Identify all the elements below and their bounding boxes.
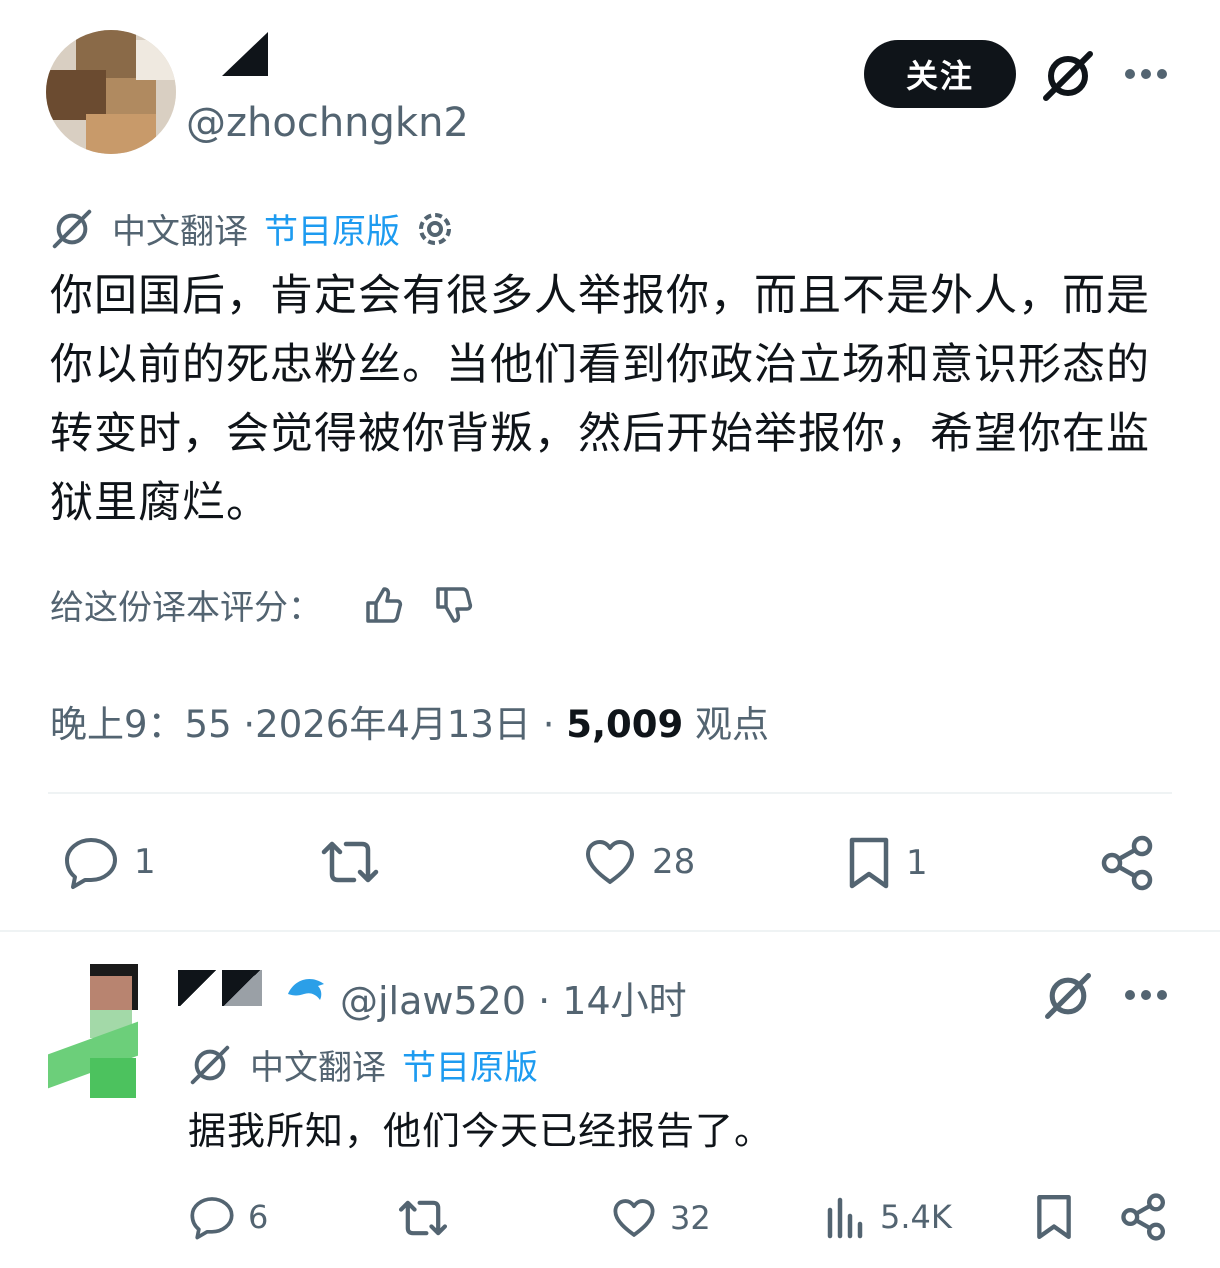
meta-separator: · [542,703,555,746]
reply-like-button[interactable]: 32 [610,1196,711,1240]
reply-grok-translate-icon [188,1043,232,1087]
post-meta: 晚上9：55 ·2026年4月13日 · 5,009 观点 [50,694,769,748]
reply-share-button[interactable] [1120,1192,1168,1242]
reply-avatar[interactable] [44,962,154,1102]
reply-views-count: 5.4K [880,1198,952,1236]
reply-button[interactable]: 1 [62,834,156,890]
reply-text: 据我所知，他们今天已经报告了。 [188,1109,774,1153]
translation-bar: 中文翻译 节目原版 [50,204,456,253]
grok-translate-icon [50,207,94,251]
reply-like-count: 32 [670,1199,711,1237]
thumbs-up-icon[interactable] [362,583,406,627]
like-count: 28 [652,842,696,882]
heart-icon [582,836,638,888]
views-chart-icon [824,1194,868,1240]
bookmark-button[interactable]: 1 [846,834,928,892]
share-button[interactable] [1100,834,1156,892]
reply-bookmark-icon [1034,1192,1074,1242]
display-name-obscured[interactable] [222,32,268,76]
thread-divider [0,930,1220,932]
reply-meta: @jlaw520 · 14小时 [340,970,687,1025]
reply-reply-button[interactable]: 6 [188,1194,268,1240]
post-text: 你回国后，肯定会有很多人举报你，而且不是外人，而是你以前的死忠粉丝。当他们看到你… [50,271,1150,528]
rate-translation-label: 给这份译本评分： [50,588,322,628]
reply-show-original-link[interactable]: 节目原版 [402,1040,538,1089]
reply-count: 1 [134,842,156,882]
repost-button[interactable] [318,836,382,888]
reply-views-button[interactable]: 5.4K [824,1194,952,1240]
show-original-link[interactable]: 节目原版 [264,204,400,253]
divider [48,792,1172,794]
post-time[interactable]: 晚上9：55 [50,703,232,746]
bookmark-icon [846,834,892,892]
reply-bookmark-button[interactable] [1034,1192,1074,1242]
reply-more-options-icon[interactable] [1122,978,1170,1012]
views-label: 观点 [695,703,770,746]
reply-time[interactable]: · 14小时 [538,979,687,1023]
reply-repost-button[interactable] [396,1196,450,1240]
author-avatar[interactable] [46,30,176,154]
thumbs-down-icon[interactable] [432,583,476,627]
post-date[interactable]: ·2026年4月13日 [243,703,531,746]
rate-translation-row: 给这份译本评分： [50,580,476,629]
dolphin-icon [284,972,328,1010]
reply-repost-icon [396,1196,450,1240]
views-count: 5,009 [566,703,684,746]
grok-icon[interactable] [1038,46,1098,106]
reply-handle[interactable]: @jlaw520 [340,979,526,1023]
translation-settings-icon[interactable] [414,208,456,250]
follow-button[interactable]: 关注 [864,40,1016,108]
reply-icon [62,834,120,890]
reply-reply-count: 6 [248,1198,269,1236]
reply-share-icon [1120,1192,1168,1242]
more-options-icon[interactable] [1122,56,1170,92]
reply-translation-bar: 中文翻译 节目原版 [188,1040,538,1089]
reply-display-name-obscured[interactable] [178,966,298,1008]
translation-label: 中文翻译 [112,212,248,252]
reply-reply-icon [188,1194,236,1240]
bookmark-count: 1 [906,843,928,883]
reply-translation-label: 中文翻译 [250,1048,386,1088]
share-icon [1100,834,1156,892]
repost-icon [318,836,382,888]
reply-grok-icon[interactable] [1038,966,1098,1026]
author-handle[interactable]: @zhochngkn2 [186,100,469,146]
like-button[interactable]: 28 [582,836,695,888]
reply-heart-icon [610,1196,658,1240]
